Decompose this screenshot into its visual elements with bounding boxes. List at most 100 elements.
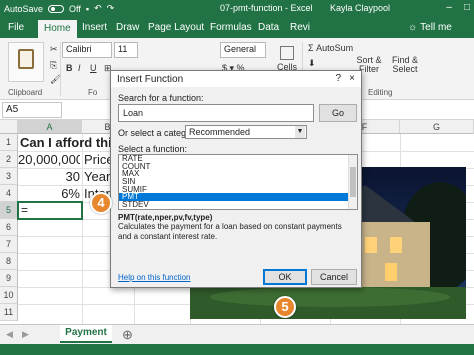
category-select[interactable]: Recommended ▼ <box>185 125 307 139</box>
tab-home[interactable]: Home <box>38 20 77 38</box>
list-item-rate[interactable]: RATE <box>119 155 357 163</box>
cell-a2[interactable]: 20,000,000 <box>18 151 80 168</box>
select-function-label: Select a function: <box>118 144 188 154</box>
find-select-button[interactable]: Find & Select <box>388 56 422 74</box>
list-scrollbar[interactable] <box>348 155 357 209</box>
go-button[interactable]: Go <box>319 104 357 122</box>
maximize-icon[interactable]: □ <box>464 2 470 13</box>
italic-icon[interactable]: I <box>78 63 81 73</box>
close-icon[interactable]: × <box>349 73 355 84</box>
list-item-max[interactable]: MAX <box>119 170 357 178</box>
window-controls: – □ <box>446 2 470 13</box>
column-header-g[interactable]: G <box>400 120 474 134</box>
fill-icon[interactable]: ⬇ <box>308 58 316 69</box>
search-label: Search for a function: <box>118 93 204 103</box>
copy-icon[interactable]: ⎘ <box>50 60 57 71</box>
separator <box>60 42 61 96</box>
row-header-2[interactable]: 2 <box>0 151 18 168</box>
tab-page-layout[interactable]: Page Layout <box>148 22 204 33</box>
step-5-callout: 5 <box>274 296 296 318</box>
function-list[interactable]: RATE COUNT MAX SIN SUMIF PMT STDEV <box>118 154 358 210</box>
row-header-8[interactable]: 8 <box>0 253 18 270</box>
quick-access-toolbar: AutoSave Off ▪ ↶ ↷ <box>4 3 114 14</box>
category-value: Recommended <box>189 127 251 137</box>
autosave-label: AutoSave <box>4 3 44 14</box>
clipboard-icon <box>18 49 34 69</box>
row-header-4[interactable]: 4 <box>0 185 18 202</box>
sheet-tab-bar: ◀ ▶ Payment ⊕ <box>0 324 474 344</box>
find-select-label: Find & Select <box>391 55 418 74</box>
function-syntax: PMT(rate,nper,pv,fv,type) <box>118 213 213 222</box>
paste-button[interactable] <box>8 42 44 82</box>
list-item-sin[interactable]: SIN <box>119 178 357 186</box>
tell-me-box[interactable]: ☼ Tell me <box>408 22 452 33</box>
search-input[interactable]: Loan <box>118 104 314 122</box>
list-item-count[interactable]: COUNT <box>119 162 357 171</box>
font-group-label: Fo <box>88 88 98 97</box>
cells-icon <box>280 46 294 60</box>
tab-draw[interactable]: Draw <box>116 22 139 33</box>
redo-icon[interactable]: ↷ <box>107 3 115 14</box>
title-bar: AutoSave Off ▪ ↶ ↷ 07-pmt-function - Exc… <box>0 0 474 18</box>
font-name-select[interactable]: Calibri <box>62 42 112 58</box>
list-item-pmt[interactable]: PMT <box>119 193 357 202</box>
sigma-icon: Σ <box>308 43 314 53</box>
select-all-corner[interactable] <box>0 120 18 134</box>
editing-group-label: Editing <box>368 88 393 97</box>
insert-function-dialog: Insert Function ? × Search for a functio… <box>110 70 362 288</box>
name-box[interactable]: A5 <box>2 102 62 118</box>
cancel-button[interactable]: Cancel <box>311 269 357 285</box>
column-header-a[interactable]: A <box>18 120 82 134</box>
active-cell-a5[interactable]: = <box>17 201 83 220</box>
autosave-state: Off <box>69 3 81 14</box>
tab-insert[interactable]: Insert <box>82 22 107 33</box>
row-header-3[interactable]: 3 <box>0 168 18 185</box>
chevron-down-icon: ▼ <box>295 126 305 138</box>
tab-data[interactable]: Data <box>258 22 279 33</box>
autosum-label: AutoSum <box>316 43 354 53</box>
save-icon[interactable]: ▪ <box>86 4 89 14</box>
scroll-right-icon[interactable]: ▶ <box>22 329 29 340</box>
help-icon[interactable]: ? <box>335 73 341 84</box>
tab-formulas[interactable]: Formulas <box>210 22 252 33</box>
help-link[interactable]: Help on this function <box>118 273 191 282</box>
ok-button[interactable]: OK <box>263 269 307 285</box>
row-header-5[interactable]: 5 <box>0 202 18 219</box>
list-item-stdev[interactable]: STDEV <box>119 201 357 209</box>
row-header-6[interactable]: 6 <box>0 219 18 236</box>
scroll-left-icon[interactable]: ◀ <box>6 329 13 340</box>
tell-me-label: Tell me <box>420 22 452 33</box>
add-sheet-icon[interactable]: ⊕ <box>122 327 133 343</box>
autosum-button[interactable]: Σ AutoSum <box>308 43 353 53</box>
sheet-tab-payment[interactable]: Payment <box>60 325 112 343</box>
underline-icon[interactable]: U <box>90 63 97 73</box>
bold-icon[interactable]: B <box>66 63 73 73</box>
cell-a3[interactable]: 30 <box>18 168 80 185</box>
dialog-title-bar: Insert Function ? × <box>111 71 361 87</box>
tab-review[interactable]: Revi <box>290 22 310 33</box>
row-header-7[interactable]: 7 <box>0 236 18 253</box>
row-header-9[interactable]: 9 <box>0 270 18 287</box>
minimize-icon[interactable]: – <box>446 2 452 13</box>
tab-file[interactable]: File <box>8 22 24 33</box>
autosave-toggle[interactable] <box>48 4 65 13</box>
row-header-10[interactable]: 10 <box>0 287 18 304</box>
step-4-callout: 4 <box>90 192 112 214</box>
row-header-1[interactable]: 1 <box>0 134 18 151</box>
clipboard-group-label: Clipboard <box>8 88 43 97</box>
function-description: Calculates the payment for a loan based … <box>118 222 342 241</box>
undo-icon[interactable]: ↶ <box>94 3 102 14</box>
number-format-select[interactable]: General <box>220 42 266 58</box>
row-header-11[interactable]: 11 <box>0 304 18 321</box>
window-title: 07-pmt-function - Excel <box>220 3 313 13</box>
user-name[interactable]: Kayla Claypool <box>330 3 390 13</box>
ribbon-tabs: File Home Insert Draw Page Layout Formul… <box>0 18 474 38</box>
font-size-select[interactable]: 11 <box>114 42 138 58</box>
gridline <box>82 134 83 324</box>
cut-icon[interactable]: ✂ <box>50 44 58 55</box>
scrollbar-thumb[interactable] <box>350 167 356 197</box>
cell-a4[interactable]: 6% <box>18 185 80 202</box>
list-item-sumif[interactable]: SUMIF <box>119 185 357 194</box>
dialog-title: Insert Function <box>117 74 184 85</box>
lightbulb-icon: ☼ <box>408 22 418 33</box>
